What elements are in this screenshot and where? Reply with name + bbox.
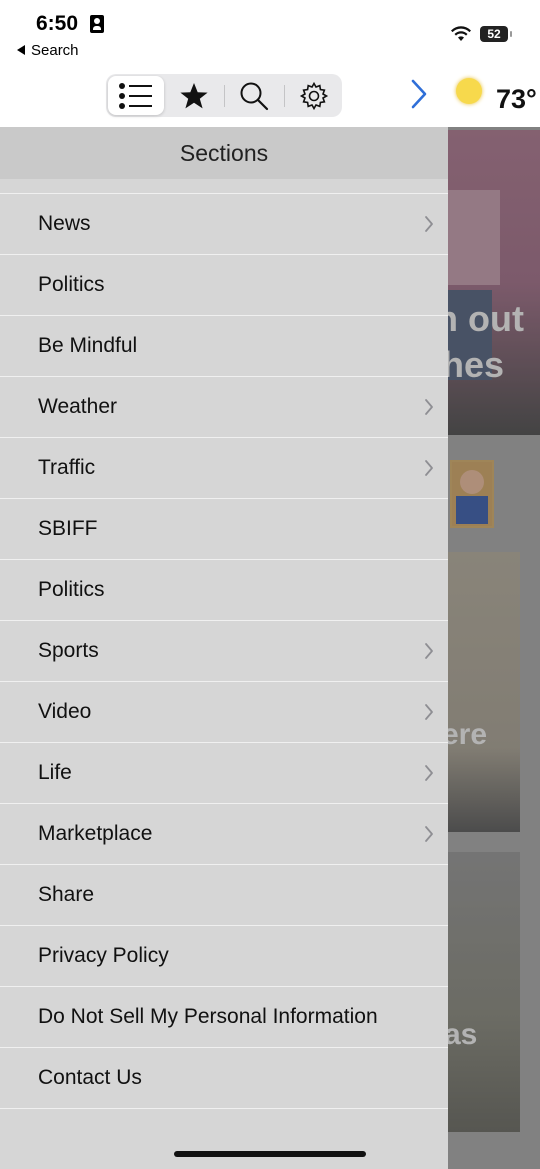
drawer-top-bar: 6:50 Search bbox=[0, 0, 448, 127]
section-label: Share bbox=[38, 883, 95, 906]
section-label: Do Not Sell My Personal Information bbox=[38, 1005, 378, 1028]
sections-title: Sections bbox=[0, 127, 448, 179]
chevron-right-icon bbox=[425, 826, 433, 842]
section-row[interactable]: Do Not Sell My Personal Information bbox=[0, 987, 448, 1048]
section-row[interactable]: Privacy Policy bbox=[0, 926, 448, 987]
background-dim-overlay[interactable] bbox=[448, 127, 540, 1169]
star-icon bbox=[180, 82, 208, 108]
search-icon bbox=[240, 82, 269, 110]
section-label: Life bbox=[38, 761, 72, 784]
list-icon bbox=[119, 82, 152, 109]
search-tab-button[interactable] bbox=[226, 76, 282, 115]
section-row[interactable]: Traffic bbox=[0, 438, 448, 499]
chevron-right-icon bbox=[425, 704, 433, 720]
section-row[interactable]: SBIFF bbox=[0, 499, 448, 560]
temperature: 73° bbox=[496, 84, 537, 114]
segment-divider bbox=[224, 85, 225, 107]
section-row[interactable]: Weather bbox=[0, 377, 448, 438]
wifi-icon bbox=[451, 26, 471, 41]
chevron-right-icon bbox=[425, 460, 433, 476]
sun-icon bbox=[456, 78, 482, 104]
battery-icon: 52 bbox=[480, 26, 512, 42]
section-label: Sports bbox=[38, 639, 99, 662]
section-row[interactable]: Politics bbox=[0, 560, 448, 621]
section-label: Weather bbox=[38, 395, 117, 418]
status-icons: 52 bbox=[448, 20, 540, 50]
home-indicator[interactable] bbox=[174, 1151, 366, 1157]
back-arrow-icon bbox=[17, 45, 25, 55]
section-row[interactable]: News bbox=[0, 193, 448, 255]
section-row[interactable]: Contact Us bbox=[0, 1048, 448, 1109]
toolbar-segmented-control bbox=[106, 74, 342, 117]
gear-icon bbox=[299, 81, 329, 110]
section-label: Privacy Policy bbox=[38, 944, 169, 967]
back-link-label: Search bbox=[31, 42, 79, 59]
sections-tab-button[interactable] bbox=[108, 76, 164, 115]
chevron-right-icon bbox=[425, 643, 433, 659]
section-label: Video bbox=[38, 700, 92, 723]
section-label: Politics bbox=[38, 578, 105, 601]
section-label: Politics bbox=[38, 273, 105, 296]
section-label: Be Mindful bbox=[38, 334, 138, 357]
section-label: Marketplace bbox=[38, 822, 153, 845]
section-label: News bbox=[38, 212, 91, 235]
section-row[interactable]: Be Mindful bbox=[0, 316, 448, 377]
segment-divider bbox=[284, 85, 285, 107]
section-row[interactable]: Life bbox=[0, 743, 448, 804]
section-row[interactable]: Video bbox=[0, 682, 448, 743]
section-label: Contact Us bbox=[38, 1066, 142, 1089]
back-to-search-link[interactable]: Search bbox=[17, 42, 79, 59]
contact-card-icon bbox=[90, 15, 104, 33]
section-row[interactable]: Sports bbox=[0, 621, 448, 682]
section-row[interactable]: Share bbox=[0, 865, 448, 926]
chevron-right-icon[interactable] bbox=[410, 78, 428, 110]
chevron-right-icon bbox=[425, 399, 433, 415]
sections-drawer: 6:50 Search Sections News Politics Be Mi… bbox=[0, 0, 448, 1169]
section-label: Traffic bbox=[38, 456, 96, 479]
chevron-right-icon bbox=[425, 765, 433, 781]
section-row[interactable]: Politics bbox=[0, 255, 448, 316]
sections-list: News Politics Be Mindful Weather Traffic SBIF… bbox=[0, 193, 448, 1109]
chevron-right-icon bbox=[425, 216, 433, 232]
section-label: SBIFF bbox=[38, 517, 98, 540]
section-row[interactable]: Marketplace bbox=[0, 804, 448, 865]
background-header: 52 73° bbox=[448, 0, 540, 127]
favorites-tab-button[interactable] bbox=[166, 76, 222, 115]
status-time: 6:50 bbox=[36, 12, 79, 35]
settings-tab-button[interactable] bbox=[286, 76, 342, 115]
